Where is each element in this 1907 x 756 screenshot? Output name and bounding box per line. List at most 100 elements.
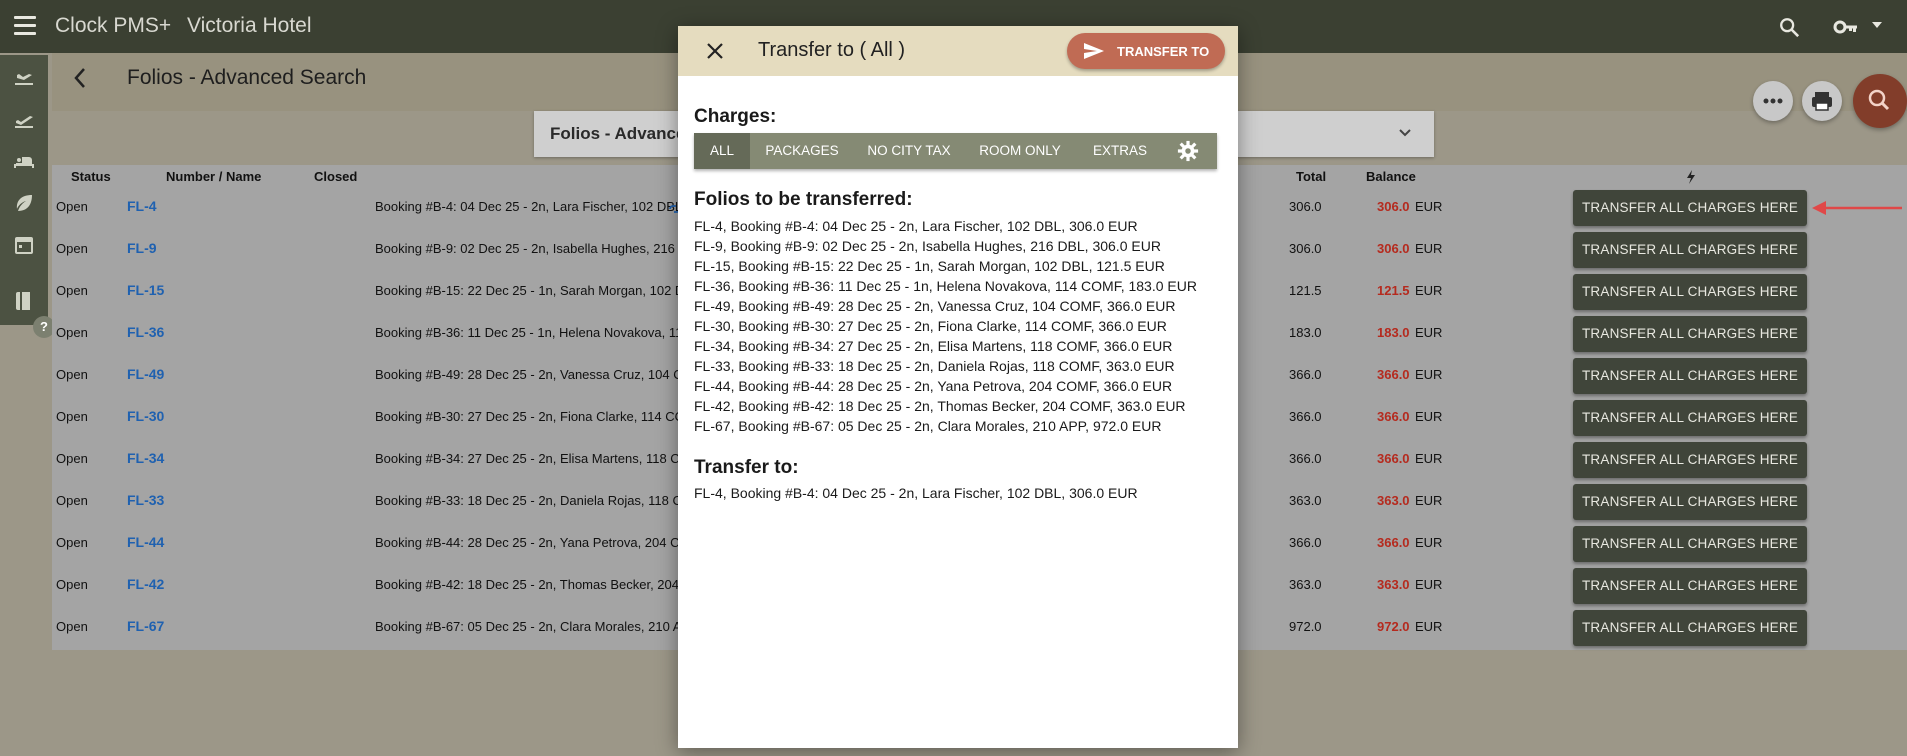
chip-room-only[interactable]: ROOM ONLY [964, 133, 1076, 169]
booking-cell: Booking #B-67: 05 Dec 25 - 2n, Clara Mor… [375, 619, 699, 634]
leaf-icon[interactable] [12, 191, 36, 215]
transfer-all-charges-button[interactable]: TRANSFER ALL CHARGES HERE [1573, 316, 1807, 352]
transfer-all-charges-button[interactable]: TRANSFER ALL CHARGES HERE [1573, 442, 1807, 478]
charges-label: Charges: [694, 106, 777, 127]
balance-cell: 366.0 [1377, 409, 1410, 424]
folio-number-link[interactable]: FL-36 [127, 324, 164, 340]
folio-number-link[interactable]: FL-9 [127, 240, 157, 256]
folio-number-link[interactable]: FL-15 [127, 282, 164, 298]
currency-cell: EUR [1415, 325, 1443, 340]
transfer-all-charges-button[interactable]: TRANSFER ALL CHARGES HERE [1573, 232, 1807, 268]
key-icon[interactable] [1833, 16, 1859, 38]
send-icon [1084, 43, 1104, 59]
booking-cell: Booking #B-30: 27 Dec 25 - 2n, Fiona Cla… [375, 409, 696, 424]
balance-cell: 363.0 [1377, 577, 1410, 592]
total-cell: 121.5 [1289, 283, 1322, 298]
folio-number-link[interactable]: FL-44 [127, 534, 164, 550]
transfer-to-section-label: Transfer to: [694, 457, 799, 478]
dialog-header: Transfer to ( All ) TRANSFER TO [678, 26, 1238, 76]
gear-icon[interactable] [1177, 140, 1199, 162]
chip-packages[interactable]: PACKAGES [750, 133, 854, 169]
folio-number-link[interactable]: FL-33 [127, 492, 164, 508]
balance-cell: 366.0 [1377, 535, 1410, 550]
transfer-all-charges-button[interactable]: TRANSFER ALL CHARGES HERE [1573, 610, 1807, 646]
chevron-down-icon[interactable] [1397, 126, 1413, 140]
transfer-all-charges-button[interactable]: TRANSFER ALL CHARGES HERE [1573, 568, 1807, 604]
folio-number-link[interactable]: FL-49 [127, 366, 164, 382]
search-fab-button[interactable] [1853, 74, 1907, 128]
currency-cell: EUR [1415, 577, 1443, 592]
page-title: Folios - Advanced Search [127, 66, 367, 89]
total-cell: 366.0 [1289, 535, 1322, 550]
back-icon[interactable] [72, 66, 88, 90]
booking-cell: Booking #B-15: 22 Dec 25 - 1n, Sarah Mor… [375, 283, 701, 298]
total-cell: 366.0 [1289, 367, 1322, 382]
folio-list-item: FL-67, Booking #B-67: 05 Dec 25 - 2n, Cl… [694, 418, 1162, 434]
transfer-to-label: TRANSFER TO [1117, 44, 1210, 59]
menu-icon[interactable] [14, 16, 36, 36]
total-cell: 363.0 [1289, 577, 1322, 592]
book-icon[interactable] [12, 289, 36, 313]
print-icon [1812, 92, 1832, 111]
booking-cell: Booking #B-36: 11 Dec 25 - 1n, Helena No… [375, 325, 690, 340]
search-icon[interactable] [1778, 16, 1800, 38]
folio-list-item: FL-44, Booking #B-44: 28 Dec 25 - 2n, Ya… [694, 378, 1173, 394]
balance-cell: 363.0 [1377, 493, 1410, 508]
status-cell: Open [56, 325, 88, 340]
balance-cell: 121.5 [1377, 283, 1410, 298]
transfer-to-button[interactable]: TRANSFER TO [1067, 33, 1225, 69]
print-button[interactable] [1802, 81, 1842, 121]
calendar-icon[interactable] [12, 233, 36, 257]
sidebar [0, 55, 48, 325]
status-cell: Open [56, 283, 88, 298]
status-cell: Open [56, 451, 88, 466]
transfer-all-charges-button[interactable]: TRANSFER ALL CHARGES HERE [1573, 400, 1807, 436]
folio-list-item: FL-49, Booking #B-49: 28 Dec 25 - 2n, Va… [694, 298, 1176, 314]
transfer-all-charges-button[interactable]: TRANSFER ALL CHARGES HERE [1573, 484, 1807, 520]
folio-number-link[interactable]: FL-4 [127, 198, 157, 214]
folio-list-item: FL-15, Booking #B-15: 22 Dec 25 - 1n, Sa… [694, 258, 1165, 274]
balance-cell: 366.0 [1377, 367, 1410, 382]
transfer-all-charges-button[interactable]: TRANSFER ALL CHARGES HERE [1573, 190, 1807, 226]
folio-number-link[interactable]: FL-42 [127, 576, 164, 592]
header-status: Status [71, 169, 111, 184]
booking-cell: Booking #B-4: 04 Dec 25 - 2n, Lara Fisch… [375, 199, 683, 214]
total-cell: 306.0 [1289, 241, 1322, 256]
caret-icon[interactable] [1870, 18, 1884, 32]
transfer-all-charges-button[interactable]: TRANSFER ALL CHARGES HERE [1573, 274, 1807, 310]
currency-cell: EUR [1415, 199, 1443, 214]
total-cell: 366.0 [1289, 409, 1322, 424]
booking-cell: Booking #B-34: 27 Dec 25 - 2n, Elisa Mar… [375, 451, 690, 466]
header-number-name: Number / Name [166, 169, 262, 184]
chip-extras[interactable]: EXTRAS [1076, 133, 1164, 169]
booking-cell: Booking #B-9: 02 Dec 25 - 2n, Isabella H… [375, 241, 704, 256]
booking-cell: Booking #B-44: 28 Dec 25 - 2n, Yana Petr… [375, 535, 690, 550]
folio-list-item: FL-34, Booking #B-34: 27 Dec 25 - 2n, El… [694, 338, 1173, 354]
status-cell: Open [56, 367, 88, 382]
app-title: Clock PMS+ [55, 14, 172, 37]
close-icon[interactable] [706, 42, 724, 60]
total-cell: 306.0 [1289, 199, 1322, 214]
flight-takeoff-icon[interactable] [12, 107, 36, 131]
folio-number-link[interactable]: FL-30 [127, 408, 164, 424]
booking-cell: Booking #B-42: 18 Dec 25 - 2n, Thomas Be… [375, 577, 703, 592]
folio-number-link[interactable]: FL-67 [127, 618, 164, 634]
currency-cell: EUR [1415, 619, 1443, 634]
bed-icon[interactable] [12, 149, 36, 173]
transfer-all-charges-button[interactable]: TRANSFER ALL CHARGES HERE [1573, 526, 1807, 562]
currency-cell: EUR [1415, 283, 1443, 298]
status-cell: Open [56, 409, 88, 424]
header-balance: Balance [1366, 169, 1416, 184]
more-button[interactable] [1753, 81, 1793, 121]
folio-list-item: FL-4, Booking #B-4: 04 Dec 25 - 2n, Lara… [694, 218, 1138, 234]
hotel-name[interactable]: Victoria Hotel [187, 14, 312, 38]
balance-cell: 366.0 [1377, 451, 1410, 466]
chip-no-city-tax[interactable]: NO CITY TAX [854, 133, 964, 169]
chip-all[interactable]: ALL [694, 133, 750, 169]
transfer-all-charges-button[interactable]: TRANSFER ALL CHARGES HERE [1573, 358, 1807, 394]
flight-land-icon[interactable] [12, 65, 36, 89]
folio-number-link[interactable]: FL-34 [127, 450, 164, 466]
status-cell: Open [56, 241, 88, 256]
currency-cell: EUR [1415, 451, 1443, 466]
transfer-target: FL-4, Booking #B-4: 04 Dec 25 - 2n, Lara… [694, 485, 1138, 501]
